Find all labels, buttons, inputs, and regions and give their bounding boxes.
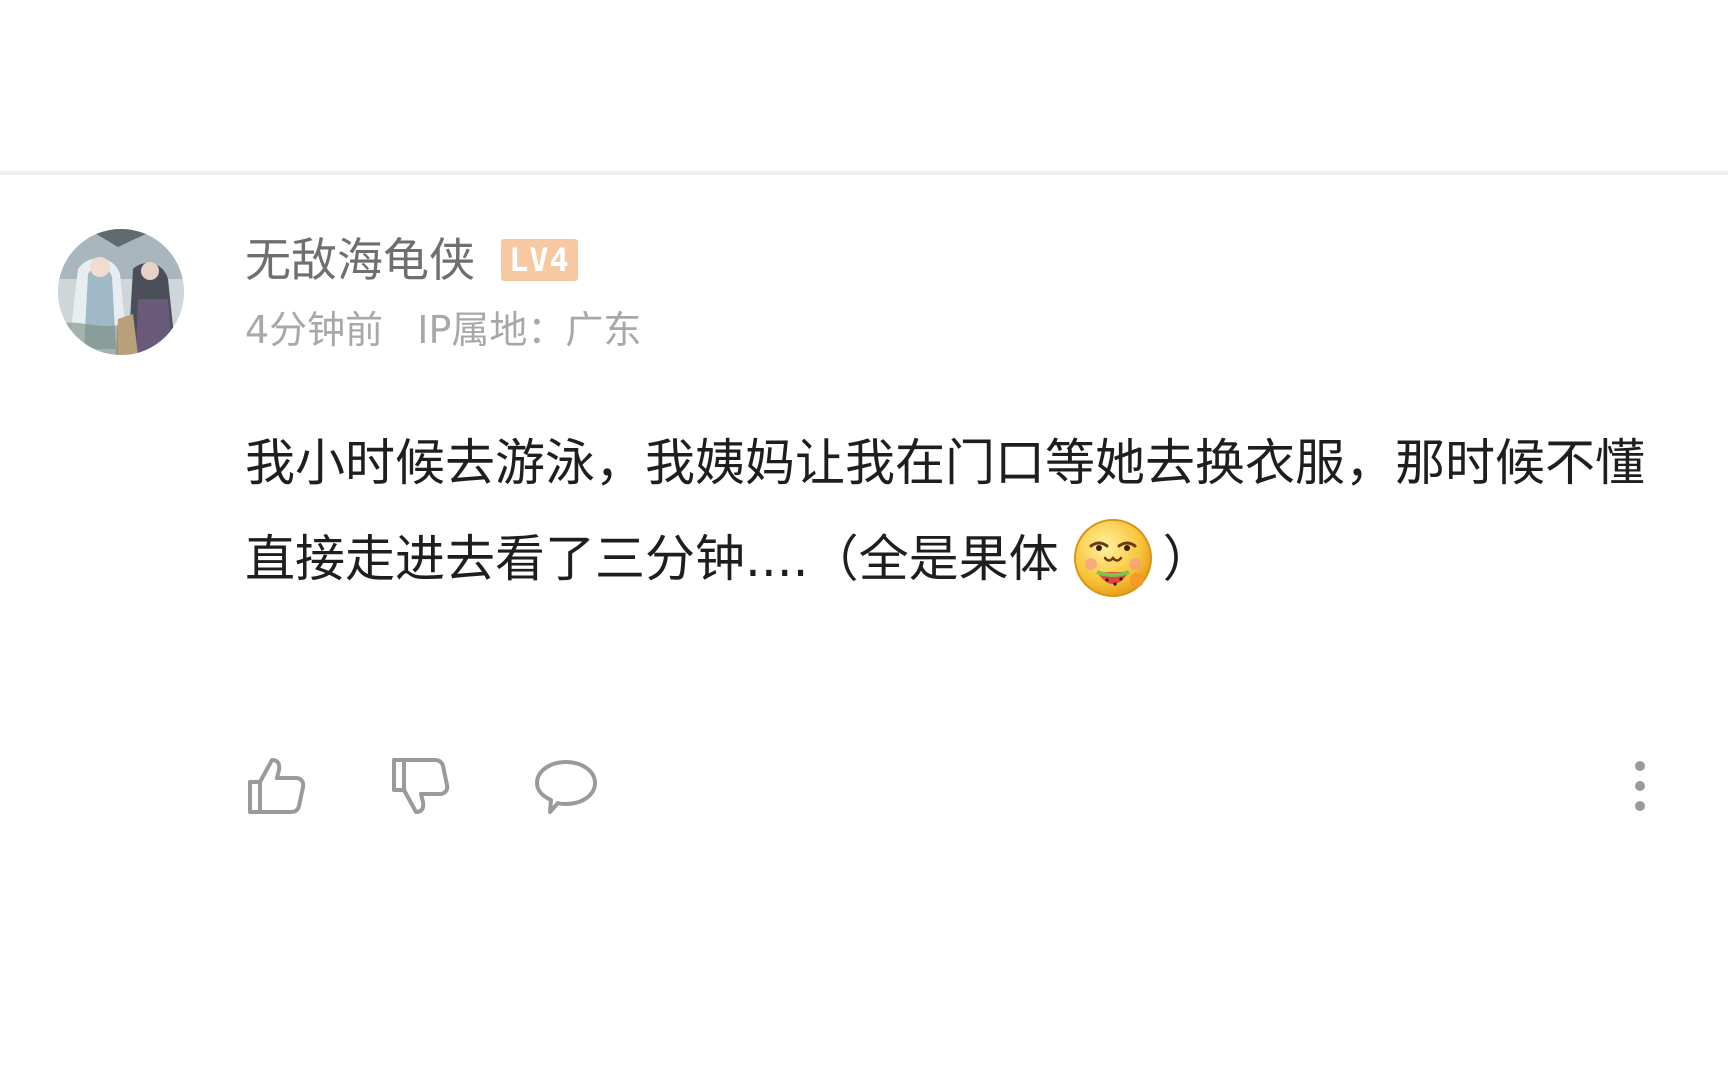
vertical-dots-icon xyxy=(1635,761,1645,811)
avatar-image xyxy=(58,229,184,355)
reply-button[interactable] xyxy=(530,750,602,822)
speech-bubble-icon xyxy=(535,760,597,814)
thumbs-up-icon xyxy=(248,758,306,814)
comment-meta: 4分钟前 IP属地：广东 xyxy=(245,305,641,355)
more-options-button[interactable] xyxy=(1610,750,1670,822)
like-button[interactable] xyxy=(240,750,312,822)
comment-text-main: 我小时候去游泳，我姨妈让我在门口等她去换衣服，那时候不懂直接走进去看了三分钟..… xyxy=(245,434,1645,588)
username[interactable]: 无敌海龟侠 xyxy=(245,230,475,290)
thumbs-down-icon xyxy=(392,758,450,814)
watermelon-grin-emoji-icon xyxy=(1071,514,1157,600)
comment-text-end: ） xyxy=(1162,530,1213,588)
timestamp: 4分钟前 xyxy=(245,308,384,352)
ip-location: IP属地：广东 xyxy=(417,308,642,352)
comment-text: 我小时候去游泳，我姨妈让我在门口等她去换衣服，那时候不懂直接走进去看了三分钟..… xyxy=(245,415,1665,607)
username-row: 无敌海龟侠 LV4 xyxy=(245,230,578,290)
dislike-button[interactable] xyxy=(384,750,456,822)
comment-actions xyxy=(0,750,1728,830)
level-badge: LV4 xyxy=(501,239,578,281)
section-divider xyxy=(0,171,1728,175)
avatar[interactable] xyxy=(58,229,184,355)
